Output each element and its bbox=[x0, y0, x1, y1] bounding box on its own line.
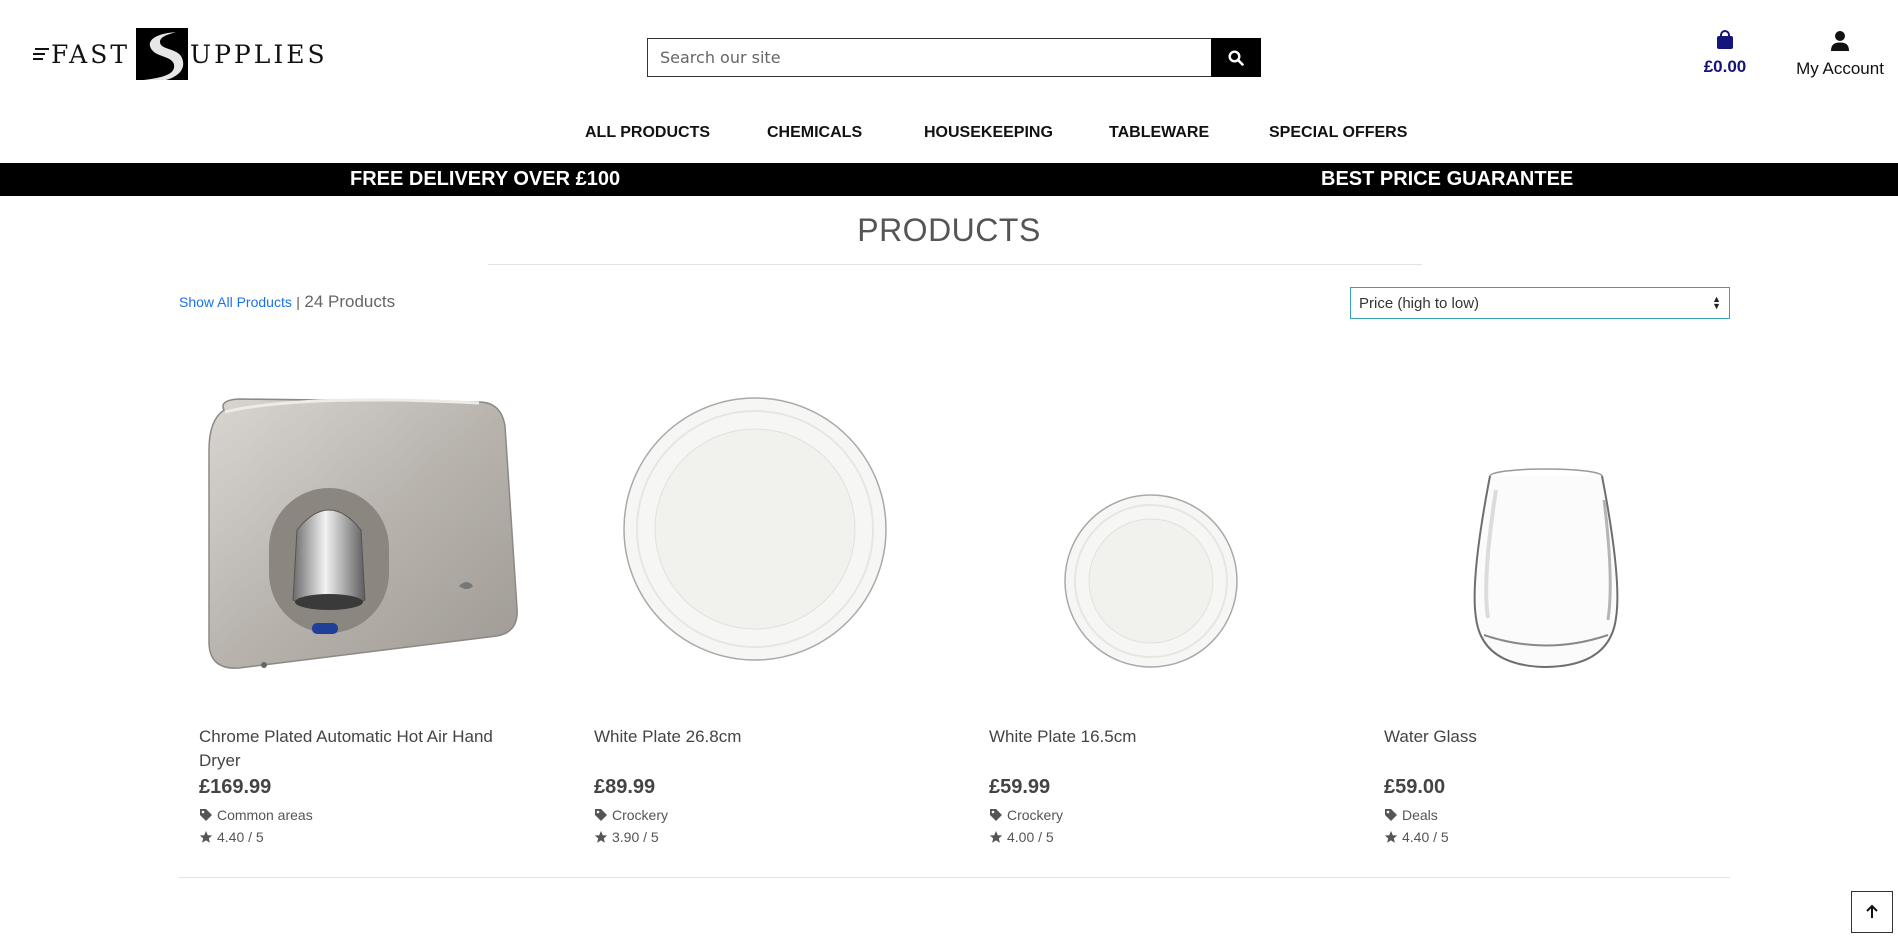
nav-chemicals[interactable]: CHEMICALS bbox=[767, 124, 862, 142]
nav-housekeeping[interactable]: HOUSEKEEPING bbox=[924, 124, 1053, 142]
product-category[interactable]: Crockery bbox=[594, 807, 668, 823]
results-info: Show All Products | 24 Products bbox=[179, 292, 395, 312]
promo-free-delivery: FREE DELIVERY OVER £100 bbox=[350, 168, 621, 190]
my-account-button[interactable]: My Account bbox=[1790, 30, 1890, 79]
product-rating-value: 4.00 / 5 bbox=[1007, 829, 1054, 845]
shopping-bag-icon bbox=[1717, 30, 1733, 49]
product-price: £169.99 bbox=[199, 776, 272, 798]
show-all-products-link[interactable]: Show All Products bbox=[179, 294, 292, 310]
logo-s-mark-icon bbox=[136, 28, 189, 80]
product-price: £59.00 bbox=[1384, 776, 1446, 798]
product-category-label: Deals bbox=[1402, 807, 1438, 823]
product-category-label: Crockery bbox=[1007, 807, 1064, 823]
product-rating: 4.00 / 5 bbox=[989, 829, 1054, 845]
tag-icon bbox=[1385, 809, 1397, 821]
product-image bbox=[623, 397, 887, 661]
cart-button[interactable]: £0.00 bbox=[1700, 30, 1750, 77]
product-rating: 4.40 / 5 bbox=[1384, 829, 1449, 845]
tag-icon bbox=[200, 809, 212, 821]
promo-bar: FREE DELIVERY OVER £100 BEST PRICE GUARA… bbox=[0, 163, 1898, 196]
star-icon bbox=[594, 831, 608, 843]
results-separator: | bbox=[296, 294, 300, 310]
product-name[interactable]: White Plate 26.8cm bbox=[594, 725, 914, 749]
tag-icon bbox=[990, 809, 1002, 821]
product-rating-value: 4.40 / 5 bbox=[217, 829, 264, 845]
product-category[interactable]: Common areas bbox=[199, 807, 313, 823]
product-name[interactable]: White Plate 16.5cm bbox=[989, 725, 1309, 749]
product-name[interactable]: Chrome Plated Automatic Hot Air Hand Dry… bbox=[199, 725, 519, 773]
nav-all-products[interactable]: ALL PRODUCTS bbox=[585, 124, 710, 142]
arrow-up-icon bbox=[1866, 904, 1878, 918]
star-icon bbox=[1384, 831, 1398, 843]
tag-icon bbox=[595, 809, 607, 821]
cart-amount: £0.00 bbox=[1703, 57, 1747, 76]
search-icon bbox=[1228, 49, 1244, 66]
page-title: PRODUCTS bbox=[857, 212, 1041, 248]
product-image bbox=[1473, 468, 1619, 669]
product-image bbox=[1064, 494, 1238, 668]
site-logo[interactable]: FAST UPPLIES bbox=[33, 27, 328, 81]
logo-lines-icon bbox=[33, 48, 49, 60]
list-divider bbox=[179, 877, 1730, 878]
product-price: £89.99 bbox=[594, 776, 656, 798]
my-account-label: My Account bbox=[1796, 59, 1884, 78]
product-category[interactable]: Deals bbox=[1384, 807, 1438, 823]
product-category-label: Common areas bbox=[217, 807, 313, 823]
product-price: £59.99 bbox=[989, 776, 1051, 798]
nav-special-offers[interactable]: SPECIAL OFFERS bbox=[1269, 124, 1407, 142]
search-button[interactable] bbox=[1211, 38, 1261, 77]
product-name[interactable]: Water Glass bbox=[1384, 725, 1704, 749]
search-bar bbox=[647, 38, 1261, 77]
product-category[interactable]: Crockery bbox=[989, 807, 1063, 823]
select-arrows-icon: ▲ ▼ bbox=[1712, 294, 1721, 311]
star-icon bbox=[989, 831, 1003, 843]
user-icon bbox=[1831, 31, 1849, 51]
sort-selected-value: Price (high to low) bbox=[1359, 294, 1480, 312]
nav-tableware[interactable]: TABLEWARE bbox=[1109, 124, 1209, 142]
product-count: 24 Products bbox=[304, 292, 396, 311]
product-rating: 4.40 / 5 bbox=[199, 829, 264, 845]
main-nav: ALL PRODUCTS CHEMICALS HOUSEKEEPING TABL… bbox=[0, 124, 1898, 144]
product-rating-value: 3.90 / 5 bbox=[612, 829, 659, 845]
promo-best-price: BEST PRICE GUARANTEE bbox=[1321, 168, 1574, 190]
title-divider bbox=[488, 264, 1422, 265]
logo-text-supplies: UPPLIES bbox=[190, 39, 328, 69]
sort-select[interactable]: Price (high to low) ▲ ▼ bbox=[1350, 287, 1730, 319]
product-rating-value: 4.40 / 5 bbox=[1402, 829, 1449, 845]
search-input[interactable] bbox=[647, 38, 1211, 77]
logo-text-fast: FAST bbox=[51, 39, 131, 69]
back-to-top-button[interactable] bbox=[1851, 891, 1893, 933]
star-icon bbox=[199, 831, 213, 843]
product-rating: 3.90 / 5 bbox=[594, 829, 659, 845]
product-image bbox=[208, 398, 518, 669]
product-category-label: Crockery bbox=[612, 807, 669, 823]
